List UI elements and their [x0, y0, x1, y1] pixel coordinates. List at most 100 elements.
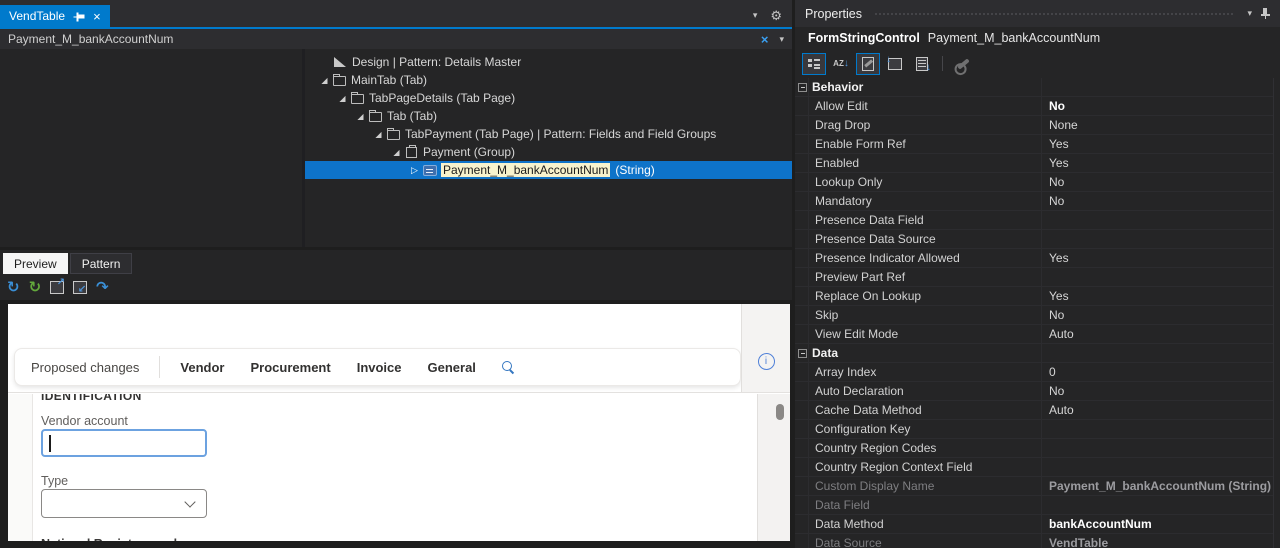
collapsed-icon[interactable]: ▷ [409, 165, 420, 176]
property-row[interactable]: Data Method bankAccountNum [795, 515, 1273, 534]
grid-arrow-icon: ↓ [886, 54, 902, 70]
pin-icon[interactable] [1260, 8, 1270, 19]
expanded-icon[interactable]: ◢ [355, 112, 366, 121]
design-icon [334, 57, 346, 67]
undo-icon[interactable]: ↶ [96, 279, 109, 296]
form-preview: Proposed changes Vendor Procurement Invo… [8, 304, 790, 541]
refresh-data-icon[interactable]: ↻ [29, 280, 42, 295]
expanded-icon[interactable]: ◢ [391, 148, 402, 157]
expanded-icon[interactable]: ◢ [373, 130, 384, 139]
gear-icon[interactable]: ⚙ [770, 9, 782, 22]
properties-toolbar: AZ↓ ↓ ↓ [795, 49, 1280, 78]
grid-import-button[interactable]: ↓ [883, 53, 907, 75]
tree-node-selected-control[interactable]: ▷ Payment_M_bankAccountNum (String) [305, 161, 792, 179]
tab-preview[interactable]: Preview [3, 253, 68, 274]
preview-scrollbar[interactable] [757, 394, 790, 541]
property-row[interactable]: Enable Form Ref Yes [795, 135, 1273, 154]
type-dropdown[interactable] [41, 489, 207, 518]
preview-pattern-tabstrip: Preview Pattern [0, 250, 792, 274]
info-icon[interactable]: i [757, 352, 775, 370]
folder-icon [333, 73, 346, 86]
designer-search-bar[interactable]: Payment_M_bankAccountNum × ▾ [0, 29, 792, 49]
tab-vendtable[interactable]: VendTable × [0, 5, 110, 27]
property-row[interactable]: Presence Indicator Allowed Yes [795, 249, 1273, 268]
property-section[interactable]: Behavior [795, 78, 1273, 97]
property-row[interactable]: Skip No [795, 306, 1273, 325]
property-row[interactable]: Allow Edit No [795, 97, 1273, 116]
categorized-view-button[interactable] [802, 52, 826, 75]
tab-divider [159, 356, 161, 378]
property-row[interactable]: View Edit Mode Auto [795, 325, 1273, 344]
property-row[interactable]: Presence Data Field [795, 211, 1273, 230]
chevron-down-icon[interactable]: ▾ [779, 34, 784, 45]
form-body: IDENTIFICATION Vendor account Type Natio… [8, 394, 790, 541]
property-row[interactable]: Data Field [795, 496, 1273, 515]
form-tab-proposed-changes[interactable]: Proposed changes [31, 360, 139, 375]
property-row[interactable]: Configuration Key [795, 420, 1273, 439]
tab-pattern[interactable]: Pattern [69, 253, 133, 274]
tree-node-payment-group[interactable]: ◢ Payment (Group) [305, 143, 792, 161]
property-row[interactable]: Data Source VendTable [795, 534, 1273, 548]
tree-node-tab[interactable]: ◢ Tab (Tab) [305, 107, 792, 125]
selected-control-type: (String) [615, 163, 655, 177]
property-pages-button[interactable] [856, 52, 880, 75]
property-section[interactable]: Data [795, 344, 1273, 363]
expanded-icon[interactable]: ◢ [337, 94, 348, 103]
property-row[interactable]: Enabled Yes [795, 154, 1273, 173]
expanded-icon[interactable]: ◢ [319, 76, 330, 85]
property-row[interactable]: Country Region Codes [795, 439, 1273, 458]
form-tab-procurement[interactable]: Procurement [251, 360, 331, 375]
form-tab-vendor[interactable]: Vendor [180, 360, 224, 375]
close-icon[interactable]: × [93, 10, 101, 23]
property-row[interactable]: Auto Declaration No [795, 382, 1273, 401]
list-export-button[interactable]: ↓ [910, 53, 934, 75]
string-control-icon [423, 164, 437, 176]
collapse-icon[interactable] [798, 348, 807, 358]
clear-search-icon[interactable]: × [761, 33, 769, 46]
pin-icon[interactable] [73, 11, 85, 21]
selected-control-name: Payment_M_bankAccountNum [441, 163, 611, 177]
folder-icon [351, 91, 364, 104]
vendor-account-input[interactable] [41, 429, 207, 457]
property-row[interactable]: Array Index 0 [795, 363, 1273, 382]
control-type: FormStringControl [808, 31, 920, 45]
national-registry-label: National Registry number [41, 537, 193, 541]
form-tab-invoice[interactable]: Invoice [357, 360, 402, 375]
toolbar-separator [942, 56, 943, 71]
open-external-icon[interactable]: ↗ [50, 277, 65, 294]
property-row[interactable]: Country Region Context Field [795, 458, 1273, 477]
form-left-gutter [8, 394, 33, 541]
collapse-icon[interactable] [798, 82, 807, 92]
property-row[interactable]: Preview Part Ref [795, 268, 1273, 287]
folder-icon [369, 109, 382, 122]
properties-title: Properties [805, 6, 862, 21]
tree-node-tabpayment[interactable]: ◢ TabPayment (Tab Page) | Pattern: Field… [305, 125, 792, 143]
design-tree: Design | Pattern: Details Master ◢ MainT… [305, 49, 792, 247]
tree-node-design[interactable]: Design | Pattern: Details Master [305, 53, 792, 71]
dock-preview-icon[interactable]: ↙ [73, 280, 88, 294]
property-row[interactable]: Lookup Only No [795, 173, 1273, 192]
properties-panel: Properties ▾ FormStringControl Payment_M… [795, 0, 1280, 548]
tree-node-maintab[interactable]: ◢ MainTab (Tab) [305, 71, 792, 89]
control-name: Payment_M_bankAccountNum [927, 31, 1101, 45]
property-row[interactable]: Presence Data Source [795, 230, 1273, 249]
text-caret [49, 435, 51, 452]
property-row[interactable]: Replace On Lookup Yes [795, 287, 1273, 306]
refresh-icon[interactable]: ↻ [7, 280, 20, 295]
chevron-down-icon[interactable]: ▾ [753, 10, 758, 21]
designer-left-pane [0, 49, 305, 247]
search-text[interactable]: Payment_M_bankAccountNum [8, 32, 761, 46]
alphabetical-sort-button[interactable]: AZ↓ [829, 53, 853, 75]
property-row[interactable]: Mandatory No [795, 192, 1273, 211]
property-row[interactable]: Drag Drop None [795, 116, 1273, 135]
key-button[interactable] [951, 53, 975, 75]
search-icon[interactable] [501, 360, 515, 374]
scrollbar-thumb[interactable] [776, 404, 784, 420]
chevron-down-icon[interactable]: ▾ [1247, 8, 1252, 19]
form-tab-general[interactable]: General [428, 360, 476, 375]
tree-node-tabpagedetails[interactable]: ◢ TabPageDetails (Tab Page) [305, 89, 792, 107]
document-tabstrip: VendTable × ▾ ⚙ [0, 0, 792, 29]
property-row[interactable]: Cache Data Method Auto [795, 401, 1273, 420]
properties-titlebar[interactable]: Properties ▾ [795, 0, 1280, 27]
property-row[interactable]: Custom Display Name Payment_M_bankAccount… [795, 477, 1273, 496]
